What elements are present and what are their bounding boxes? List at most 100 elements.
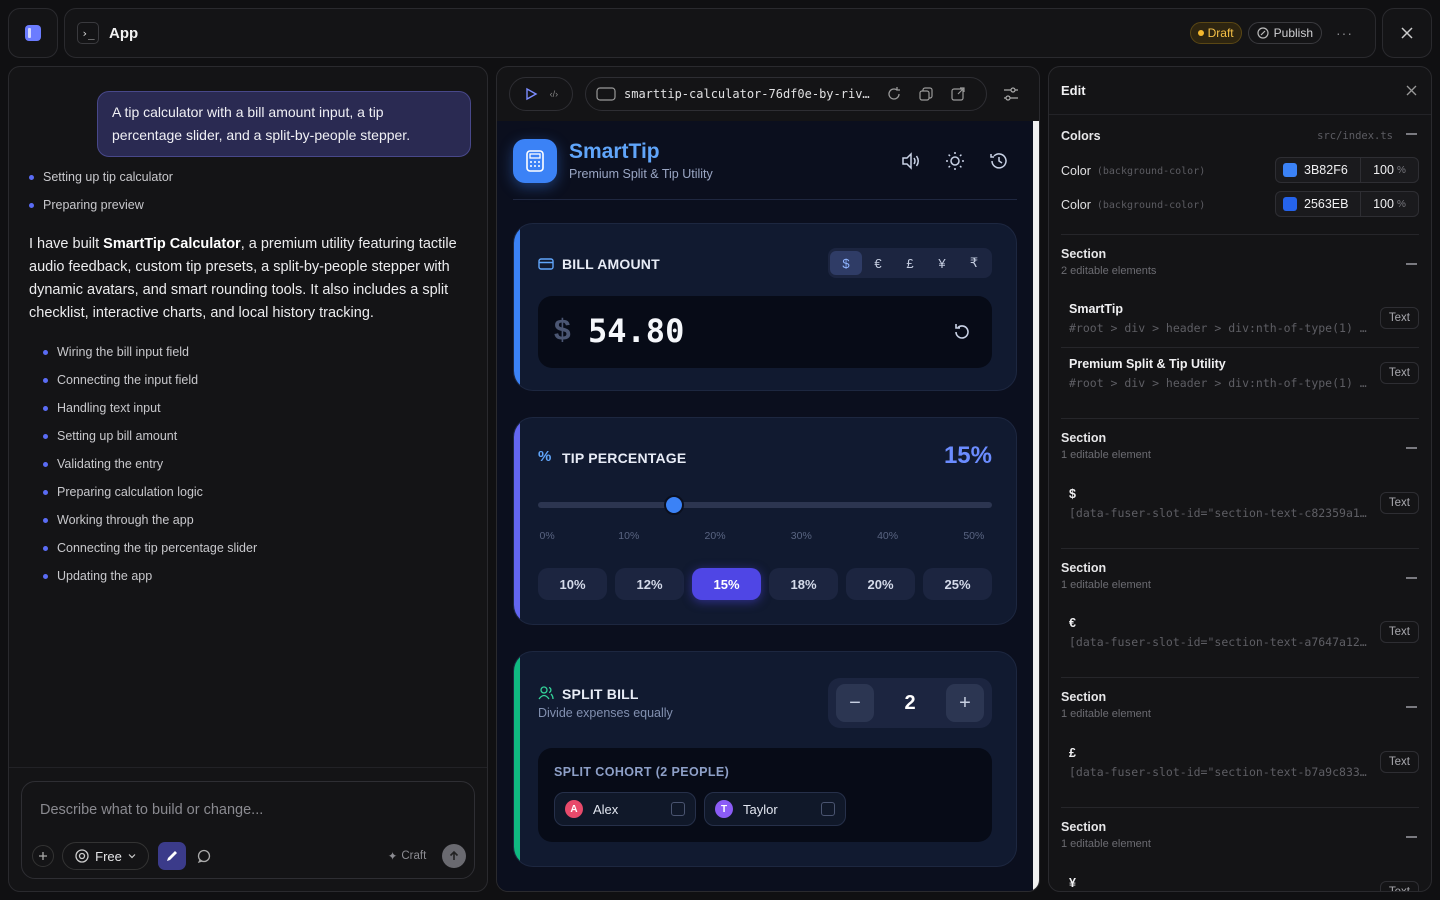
color-hex[interactable]: 2563EB — [1304, 197, 1356, 211]
history-button[interactable] — [987, 149, 1011, 173]
editable-element[interactable]: SmartTip #root > div > header > div:nth-… — [1061, 294, 1419, 348]
tip-preset-button[interactable]: 18% — [769, 568, 838, 600]
divider — [1061, 548, 1419, 549]
progress-step: Connecting the tip percentage slider — [43, 534, 257, 562]
tip-percentage-value: 15% — [943, 442, 992, 469]
color-hex[interactable]: 3B82F6 — [1304, 163, 1356, 177]
globe-icon — [1257, 27, 1269, 39]
tick-label: 50% — [963, 530, 985, 542]
color-swatch[interactable] — [1283, 163, 1297, 177]
sliders-icon[interactable] — [1003, 86, 1019, 102]
color-swatch[interactable] — [1283, 197, 1297, 211]
chat-mode-button[interactable] — [194, 842, 214, 870]
section-subtitle: 1 editable element — [1061, 838, 1151, 850]
preview-mode-toggle: ‹/› — [509, 77, 573, 111]
app-preview: SmartTip Premium Split & Tip Utility BIL… — [497, 121, 1033, 891]
tip-preset-button[interactable]: 12% — [615, 568, 684, 600]
plan-selector[interactable]: Free — [62, 842, 149, 870]
publish-button[interactable]: Publish — [1247, 22, 1322, 44]
craft-button[interactable]: ✦ Craft — [384, 842, 430, 870]
person-name: Alex — [593, 801, 619, 817]
split-bill-card: SPLIT BILL Divide expenses equally − 2 +… — [513, 651, 1017, 867]
section-subtitle: 2 editable elements — [1061, 265, 1157, 277]
code-icon[interactable]: ‹/› — [550, 89, 559, 99]
person-name: Taylor — [743, 801, 778, 817]
close-button[interactable] — [1382, 8, 1432, 58]
opacity-input[interactable]: 100% — [1360, 192, 1418, 216]
collapse-icon[interactable] — [1406, 577, 1417, 579]
section-subtitle: 1 editable element — [1061, 579, 1151, 591]
currency-option[interactable]: £ — [894, 251, 926, 275]
bill-amount-input[interactable]: $ 54.80 — [538, 296, 992, 368]
tip-percentage-card: % TIP PERCENTAGE 15% 0% 10% 20% 30% 40% … — [513, 417, 1017, 625]
currency-option[interactable]: ₹ — [958, 251, 990, 275]
currency-option[interactable]: ¥ — [926, 251, 958, 275]
sidebar-toggle-button[interactable] — [8, 8, 58, 58]
tip-preset-button[interactable]: 20% — [846, 568, 915, 600]
tip-preset-button[interactable]: 10% — [538, 568, 607, 600]
editable-element[interactable]: ¥ Text — [1061, 868, 1419, 891]
sidebar-icon — [25, 25, 41, 41]
divider — [1061, 677, 1419, 678]
section-title: Section — [1061, 247, 1107, 261]
copy-icon[interactable] — [918, 86, 934, 102]
editable-element[interactable]: Premium Split & Tip Utility #root > div … — [1061, 349, 1419, 403]
editable-element[interactable]: £ [data-fuser-slot-id="section-text-b7a9… — [1061, 738, 1419, 792]
external-link-icon[interactable] — [950, 86, 966, 102]
draft-badge: Draft — [1189, 22, 1242, 44]
currency-option[interactable]: $ — [830, 251, 862, 275]
tip-slider-thumb[interactable] — [664, 495, 685, 515]
close-icon[interactable] — [1406, 85, 1417, 96]
split-cohort: SPLIT COHORT (2 PEOPLE) A Alex T Taylor — [538, 748, 992, 842]
sound-toggle-button[interactable] — [899, 149, 923, 173]
tip-slider-ticks: 0% 10% 20% 30% 40% 50% — [538, 530, 992, 544]
collapse-icon[interactable] — [1406, 706, 1417, 708]
section-subtitle: 1 editable element — [1061, 708, 1151, 720]
refresh-icon[interactable] — [886, 86, 902, 102]
color-input[interactable]: 2563EB 100% — [1275, 191, 1419, 217]
progress-step: Connecting the input field — [43, 366, 257, 394]
color-row: Color (background-color) 2563EB 100% — [1061, 191, 1419, 219]
editable-element[interactable]: € [data-fuser-slot-id="section-text-a764… — [1061, 608, 1419, 662]
tip-preset-button[interactable]: 25% — [923, 568, 992, 600]
editable-element[interactable]: $ [data-fuser-slot-id="section-text-c823… — [1061, 479, 1419, 533]
person-checkbox[interactable] — [671, 802, 685, 816]
collapse-icon[interactable] — [1406, 447, 1417, 449]
preview-url[interactable]: smarttip-calculator-76df0e-by-riv… — [624, 87, 874, 101]
decrement-button[interactable]: − — [836, 684, 874, 722]
person-chip[interactable]: A Alex — [554, 792, 696, 826]
collapse-icon[interactable] — [1406, 836, 1417, 838]
element-path: #root > div > header > div:nth-of-type(1… — [1069, 321, 1369, 335]
play-icon[interactable] — [524, 87, 538, 101]
split-bill-subtitle: Divide expenses equally — [538, 706, 673, 720]
theme-toggle-button[interactable] — [943, 149, 967, 173]
collapse-icon[interactable] — [1406, 133, 1417, 135]
prompt-input[interactable]: Describe what to build or change... — [40, 802, 263, 818]
currency-option[interactable]: € — [862, 251, 894, 275]
add-attachment-button[interactable] — [32, 845, 54, 867]
edit-panel: Edit Colors src/index.ts Color (backgrou… — [1048, 66, 1432, 892]
section-subtitle: 1 editable element — [1061, 449, 1151, 461]
tip-slider[interactable] — [538, 495, 992, 515]
tip-preset-button[interactable]: 15% — [692, 568, 761, 600]
edit-mode-button[interactable] — [158, 842, 186, 870]
colors-path: src/index.ts — [1317, 130, 1393, 142]
tick-label: 0% — [539, 530, 555, 542]
collapse-icon[interactable] — [1406, 263, 1417, 265]
window-icon — [596, 87, 616, 101]
color-input[interactable]: 3B82F6 100% — [1275, 157, 1419, 183]
increment-button[interactable]: + — [946, 684, 984, 722]
person-checkbox[interactable] — [821, 802, 835, 816]
color-key: (background-color) — [1096, 199, 1206, 211]
progress-steps-after: Wiring the bill input field Connecting t… — [43, 338, 257, 590]
more-options-button[interactable]: ··· — [1336, 25, 1353, 41]
preview-scrollbar[interactable] — [1033, 121, 1039, 891]
composer: Describe what to build or change... Free… — [21, 781, 475, 879]
chat-bubble-icon — [197, 849, 211, 863]
reset-icon[interactable] — [952, 322, 972, 342]
element-type-badge: Text — [1379, 362, 1419, 384]
opacity-input[interactable]: 100% — [1360, 158, 1418, 182]
send-button[interactable] — [442, 844, 466, 868]
person-chip[interactable]: T Taylor — [704, 792, 846, 826]
divider — [1061, 807, 1419, 808]
